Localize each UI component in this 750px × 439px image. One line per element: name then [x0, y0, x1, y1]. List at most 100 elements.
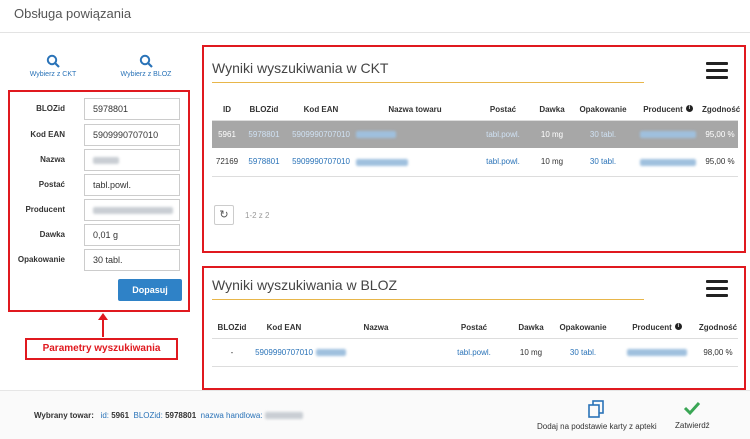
cell-ean-link[interactable]: 5909990707010: [292, 157, 350, 166]
confirm-button[interactable]: Zatwierdź: [675, 399, 710, 430]
pick-bloz-button[interactable]: Wybierz z BLOZ: [106, 54, 186, 78]
param-label-opakowanie: Opakowanie: [17, 255, 65, 264]
add-from-pharmacy-card-label: Dodaj na podstawie karty z apteki: [537, 422, 657, 431]
cell-blozid-link[interactable]: 5978801: [248, 157, 279, 166]
col-header-zgodnosc[interactable]: Zgodność: [698, 318, 738, 339]
copy-icon: [588, 400, 604, 418]
cell-opakowanie-link[interactable]: 30 tabl.: [570, 348, 596, 357]
search-icon: [139, 54, 153, 68]
selected-label: Wybrany towar:: [34, 411, 94, 420]
redacted-text: [640, 158, 696, 166]
col-header-producent[interactable]: Producent i: [616, 318, 698, 339]
bloz-results-table: BLOZid Kod EAN Nazwa Postać Dawka Opakow…: [212, 318, 738, 367]
param-label-producent: Producent: [25, 205, 65, 214]
cell-zgodnosc: 95,00 %: [702, 148, 738, 177]
col-header-dawka[interactable]: Dawka: [532, 100, 572, 121]
table-row[interactable]: 72169 5978801 5909990707010 tabl.powl. 1…: [212, 148, 738, 177]
cell-dawka: 10 mg: [512, 338, 550, 367]
col-header-opakowanie[interactable]: Opakowanie: [550, 318, 616, 339]
bloz-title-underline: [212, 299, 644, 300]
col-header-zgodnosc[interactable]: Zgodność: [702, 100, 740, 121]
col-header-postac[interactable]: Postać: [436, 318, 512, 339]
dawka-input[interactable]: 0,01 g: [84, 224, 180, 246]
info-icon[interactable]: i: [685, 105, 693, 113]
col-header-blozid[interactable]: BLOZid: [242, 100, 286, 121]
table-row[interactable]: - 5909990707010 tabl.powl. 10 mg 30 tabl…: [212, 338, 738, 367]
redacted-text: [93, 207, 173, 215]
ckt-title-underline: [212, 82, 644, 83]
redacted-text: [93, 157, 119, 165]
ean-input[interactable]: 5909990707010: [84, 124, 180, 146]
info-icon[interactable]: i: [674, 323, 682, 331]
param-row-dawka: Dawka 0,01 g: [10, 224, 188, 246]
pick-ckt-button[interactable]: Wybierz z CKT: [13, 54, 93, 78]
param-row-postac: Postać tabl.powl.: [10, 174, 188, 196]
ckt-menu-icon[interactable]: [706, 62, 728, 83]
title-divider: [0, 32, 750, 33]
selected-id-label: id:: [100, 411, 109, 420]
cell-postac-link[interactable]: tabl.powl.: [486, 130, 520, 139]
add-from-pharmacy-card-button[interactable]: Dodaj na podstawie karty z apteki: [537, 399, 657, 431]
cell-opakowanie-link[interactable]: 30 tabl.: [590, 130, 616, 139]
postac-input[interactable]: tabl.powl.: [84, 174, 180, 196]
refresh-icon: ↻: [219, 209, 229, 221]
cell-ean-link[interactable]: 5909990707010: [255, 348, 313, 357]
producent-input[interactable]: [84, 199, 180, 221]
cell-blozid-link[interactable]: 5978801: [248, 130, 279, 139]
col-header-producent-label: Producent: [643, 105, 683, 115]
col-header-ean[interactable]: Kod EAN: [286, 100, 356, 121]
param-label-ean: Kod EAN: [30, 130, 65, 139]
cell-id: 5961: [212, 120, 242, 148]
cell-opakowanie-link[interactable]: 30 tabl.: [590, 157, 616, 166]
blozid-input[interactable]: 5978801: [84, 98, 180, 120]
col-header-nazwa[interactable]: Nazwa towaru: [356, 100, 474, 121]
dopasuj-button[interactable]: Dopasuj: [118, 279, 182, 301]
param-label-blozid: BLOZid: [36, 104, 65, 113]
search-params-form: BLOZid 5978801 Kod EAN 5909990707010 Naz…: [8, 90, 190, 312]
pagination-info: 1-2 z 2: [245, 211, 270, 220]
nazwa-input[interactable]: [84, 149, 180, 171]
col-header-postac[interactable]: Postać: [474, 100, 532, 121]
col-header-dawka[interactable]: Dawka: [512, 318, 550, 339]
selected-id: 5961: [111, 411, 130, 420]
selected-product-info: Wybrany towar: id: 5961 BLOZid: 5978801 …: [34, 411, 303, 420]
refresh-button[interactable]: ↻: [214, 205, 234, 225]
param-row-ean: Kod EAN 5909990707010: [10, 124, 188, 146]
redacted-text: [356, 158, 408, 166]
ckt-results-panel: Wyniki wyszukiwania w CKT ID BLOZid Kod …: [202, 45, 746, 253]
param-row-opakowanie: Opakowanie 30 tabl.: [10, 249, 188, 271]
col-header-nazwa[interactable]: Nazwa: [316, 318, 436, 339]
col-header-opakowanie[interactable]: Opakowanie: [572, 100, 634, 121]
redacted-text: [264, 412, 303, 420]
cell-zgodnosc: 98,00 %: [698, 338, 738, 367]
bloz-results-panel: Wyniki wyszukiwania w BLOZ BLOZid Kod EA…: [202, 266, 746, 390]
cell-postac-link[interactable]: tabl.powl.: [486, 157, 520, 166]
cell-dawka: 10 mg: [532, 148, 572, 177]
redacted-text: [316, 348, 346, 356]
opakowanie-input[interactable]: 30 tabl.: [84, 249, 180, 271]
cell-id: 72169: [212, 148, 242, 177]
selected-bloz: 5978801: [165, 411, 197, 420]
cell-blozid: -: [212, 338, 252, 367]
param-row-blozid: BLOZid 5978801: [10, 98, 188, 120]
cell-dawka: 10 mg: [532, 120, 572, 148]
cell-zgodnosc: 95,00 %: [702, 120, 738, 148]
selected-bloz-label: BLOZid:: [133, 411, 163, 420]
col-header-producent[interactable]: Producent i: [634, 100, 702, 121]
col-header-blozid[interactable]: BLOZid: [212, 318, 252, 339]
params-caption: Parametry wyszukiwania: [25, 338, 178, 360]
col-header-id[interactable]: ID: [212, 100, 242, 121]
param-row-nazwa: Nazwa: [10, 149, 188, 171]
ckt-panel-title: Wyniki wyszukiwania w CKT: [212, 60, 389, 76]
param-row-producent: Producent: [10, 199, 188, 221]
table-row[interactable]: 5961 5978801 5909990707010 tabl.powl. 10…: [212, 120, 738, 148]
cell-postac-link[interactable]: tabl.powl.: [457, 348, 491, 357]
ckt-results-table: ID BLOZid Kod EAN Nazwa towaru Postać Da…: [212, 100, 740, 177]
redacted-text: [627, 348, 687, 356]
cell-ean-link[interactable]: 5909990707010: [292, 130, 350, 139]
redacted-text: [640, 131, 696, 139]
pick-ckt-label: Wybierz z CKT: [29, 71, 77, 78]
bloz-menu-icon[interactable]: [706, 280, 728, 301]
col-header-ean[interactable]: Kod EAN: [252, 318, 316, 339]
search-icon: [46, 54, 60, 68]
